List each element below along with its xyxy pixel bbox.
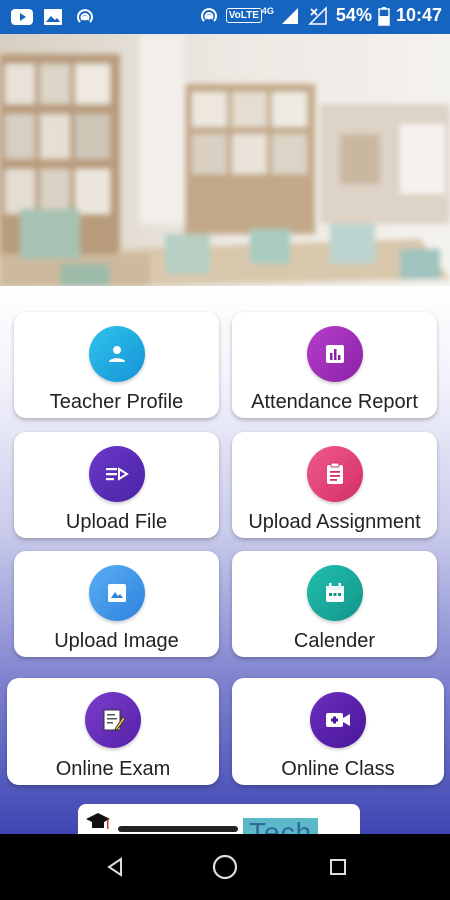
teacher-profile-card[interactable]: Teacher Profile <box>14 312 219 418</box>
battery-icon <box>378 6 390 26</box>
exam-icon <box>85 692 141 748</box>
hotspot-icon <box>198 6 220 26</box>
hotspot-icon <box>74 7 96 27</box>
card-label: Calender <box>293 630 376 652</box>
attendance-report-card[interactable]: Attendance Report <box>232 312 437 418</box>
recents-icon[interactable] <box>323 852 353 882</box>
battery-percent: 54% <box>335 5 372 25</box>
back-icon[interactable] <box>100 852 130 882</box>
hero-image <box>0 34 450 286</box>
card-label: Online Exam <box>55 758 171 780</box>
volte-badge: VoLTE <box>225 8 262 23</box>
card-label: Teacher Profile <box>49 391 184 413</box>
online-class-card[interactable]: Online Class <box>232 678 444 785</box>
youtube-icon <box>10 7 33 27</box>
signal-icon <box>280 6 302 26</box>
calendar-icon <box>306 565 363 621</box>
card-label: Upload Assignment <box>248 511 421 533</box>
logo-subtext <box>118 826 238 832</box>
person-icon <box>88 326 145 382</box>
calender-card[interactable]: Calender <box>232 551 437 657</box>
gallery-icon <box>42 7 64 27</box>
card-label: Upload File <box>65 511 168 533</box>
home-icon[interactable] <box>210 852 240 882</box>
video-upload-icon <box>88 446 145 502</box>
bar-chart-icon <box>306 326 363 382</box>
card-label: Upload Image <box>54 630 179 652</box>
status-bar: VoLTE 4G 54% 10:47 <box>0 0 450 34</box>
classroom-photo <box>0 34 450 286</box>
clock: 10:47 <box>395 5 442 25</box>
no-signal-icon <box>308 5 330 26</box>
video-call-icon <box>310 692 366 748</box>
card-label: Online Class <box>281 758 395 780</box>
image-icon <box>88 565 145 621</box>
upload-assignment-card[interactable]: Upload Assignment <box>232 432 437 538</box>
card-label: Attendance Report <box>251 391 418 413</box>
online-exam-card[interactable]: Online Exam <box>7 678 219 785</box>
network-type: 4G <box>261 5 274 16</box>
navigation-bar <box>0 834 450 900</box>
upload-file-card[interactable]: Upload File <box>14 432 219 538</box>
clipboard-icon <box>306 446 363 502</box>
upload-image-card[interactable]: Upload Image <box>14 551 219 657</box>
